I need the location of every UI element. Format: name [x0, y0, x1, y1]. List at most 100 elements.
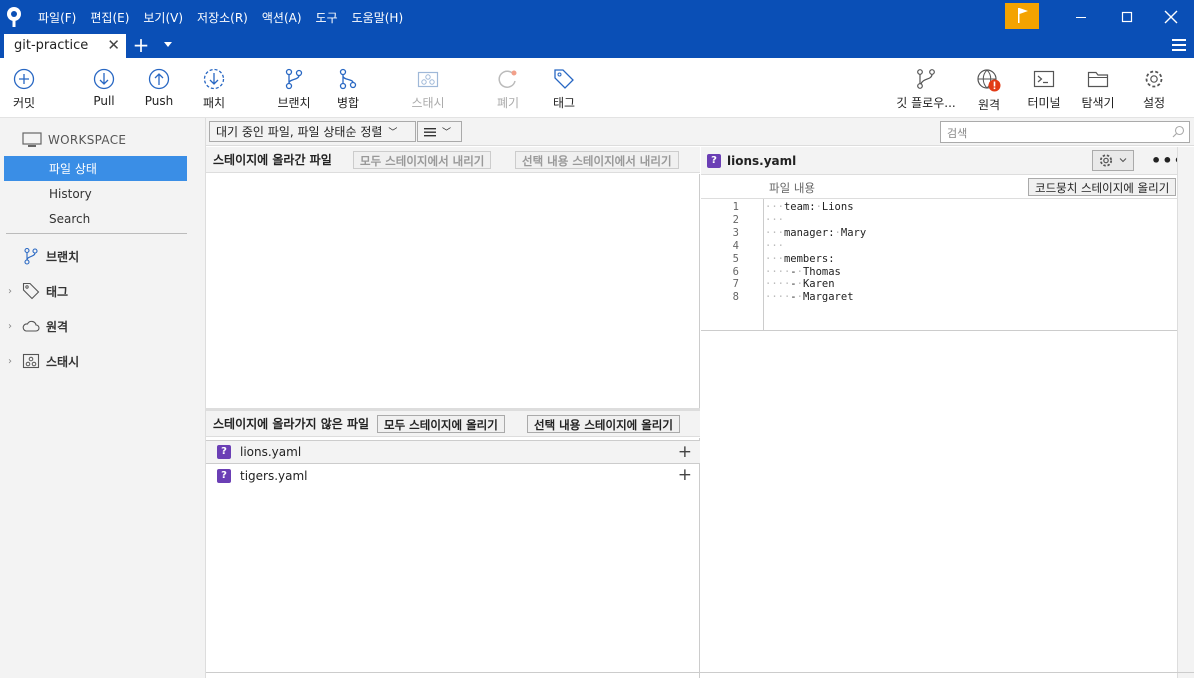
chevron-right-icon[interactable]: › [8, 286, 18, 297]
file-row-lions[interactable]: ? lions.yaml + [206, 440, 700, 464]
file-row-tigers[interactable]: ? tigers.yaml + [206, 464, 700, 488]
pull-button[interactable]: Pull [84, 58, 124, 118]
new-tab-button[interactable]: + [132, 34, 150, 58]
monitor-icon [22, 132, 42, 147]
close-window-button[interactable] [1148, 0, 1194, 34]
close-icon [1164, 10, 1178, 24]
file-filter-value: 대기 중인 파일, 파일 상태순 정렬 [216, 125, 383, 139]
unstaged-title: 스테이지에 올라가지 않은 파일 [213, 417, 370, 431]
tab-close-icon[interactable]: ✕ [107, 36, 120, 54]
stage-selected-button[interactable]: 선택 내용 스테이지에 올리기 [527, 415, 680, 433]
remote-button[interactable]: 원격 [970, 58, 1008, 118]
menu-tools[interactable]: 도구 [316, 9, 338, 26]
sidebar-group-label: 브랜치 [46, 249, 80, 264]
diff-filename: lions.yaml [727, 153, 797, 168]
flag-icon [1018, 8, 1028, 23]
discard-button[interactable]: 폐기 [488, 58, 528, 118]
flag-button[interactable] [1005, 3, 1039, 29]
gear-icon [1099, 154, 1127, 167]
gitflow-label: 깃 플로우... [896, 96, 956, 110]
sidebar-group-tags[interactable]: › 태그 [8, 280, 68, 302]
menu-view[interactable]: 보기(V) [143, 9, 183, 26]
file-name: tigers.yaml [240, 469, 308, 483]
tab-git-practice[interactable]: git-practice ✕ [4, 34, 126, 58]
sidebar-group-remotes[interactable]: › 원격 [8, 315, 68, 337]
stash-button[interactable]: 스태시 [404, 58, 452, 118]
sidebar-item-label: 파일 상태 [49, 162, 97, 176]
line-text: ····-·Thomas [765, 265, 841, 278]
untracked-icon: ? [707, 153, 721, 168]
gitflow-button[interactable]: 깃 플로우... [892, 58, 960, 118]
menu-edit[interactable]: 편집(E) [90, 9, 129, 26]
stage-hunk-button[interactable]: 코드뭉치 스테이지에 올리기 [1028, 178, 1177, 196]
line-number: 7 [732, 278, 739, 291]
stage-file-icon[interactable]: + [678, 465, 692, 485]
menu-repository[interactable]: 저장소(R) [197, 9, 248, 26]
staged-header: 스테이지에 올라간 파일 모두 스테이지에서 내리기 선택 내용 스테이지에서 … [206, 147, 700, 173]
maximize-button[interactable] [1104, 0, 1150, 34]
branch-button[interactable]: 브랜치 [270, 58, 318, 118]
minimize-button[interactable] [1058, 0, 1104, 34]
maximize-icon [1121, 11, 1133, 23]
menu-help[interactable]: 도움말(H) [352, 9, 404, 26]
line-number: 5 [732, 252, 739, 265]
sourcetree-logo [7, 7, 21, 27]
commit-button[interactable]: 커밋 [4, 58, 44, 118]
line-text: ··· [765, 213, 784, 226]
push-button[interactable]: Push [139, 58, 179, 118]
menu-actions[interactable]: 액션(A) [262, 9, 302, 26]
settings-button[interactable]: 설정 [1134, 58, 1174, 118]
file-filter-dropdown[interactable]: 대기 중인 파일, 파일 상태순 정렬 ﹀ [209, 121, 416, 142]
vertical-scrollbar[interactable] [1177, 147, 1194, 678]
sidebar-item-search[interactable]: Search [4, 206, 187, 231]
sidebar-group-branches[interactable]: 브랜치 [8, 245, 79, 267]
line-number: 4 [732, 239, 739, 252]
view-mode-dropdown[interactable]: ﹀ [417, 121, 462, 142]
stash-label: 스태시 [411, 96, 445, 110]
line-number: 1 [732, 201, 739, 213]
unstage-selected-button[interactable]: 선택 내용 스테이지에서 내리기 [515, 151, 679, 169]
remote-label: 원격 [977, 98, 1001, 112]
stage-file-icon[interactable]: + [678, 442, 692, 462]
untracked-icon: ? [217, 445, 231, 459]
sidebar-group-stashes[interactable]: › 스태시 [8, 350, 79, 372]
sidebar-item-history[interactable]: History [4, 181, 187, 206]
workspace-header: WORKSPACE [22, 130, 126, 150]
stage-all-button[interactable]: 모두 스테이지에 올리기 [377, 415, 505, 433]
diff-header: ? lions.yaml ••• [701, 147, 1184, 175]
tab-dropdown-icon[interactable] [164, 42, 172, 47]
line-text: ···team:·Lions [765, 201, 854, 213]
unstaged-file-list: ? lions.yaml + ? tigers.yaml + [206, 438, 700, 678]
unstaged-header: 스테이지에 올라가지 않은 파일 모두 스테이지에 올리기 선택 내용 스테이지… [206, 411, 700, 437]
diff-options-dropdown[interactable] [1092, 150, 1134, 171]
commit-icon [13, 68, 35, 90]
tag-icon [554, 69, 574, 89]
chevron-right-icon[interactable]: › [8, 356, 18, 367]
menu-file[interactable]: 파일(F) [38, 9, 76, 26]
settings-label: 설정 [1142, 96, 1166, 110]
line-text: ···members: [765, 252, 835, 265]
explorer-button[interactable]: 탐색기 [1076, 58, 1120, 118]
folder-icon [1087, 71, 1109, 88]
pull-label: Pull [93, 94, 115, 108]
tab-bar: git-practice ✕ + [0, 34, 1194, 58]
line-text: ··· [765, 239, 784, 252]
pull-icon [93, 68, 115, 90]
title-bar: 파일(F) 편집(E) 보기(V) 저장소(R) 액션(A) 도구 도움말(H) [0, 0, 1194, 34]
terminal-button[interactable]: 터미널 [1022, 58, 1066, 118]
toolbar: 커밋 Pull Push 패치 브랜치 병합 스태시 폐기 태그 깃 플로우..… [0, 58, 1194, 118]
tag-icon [22, 282, 40, 300]
diff-gutter-divider [763, 199, 764, 331]
chevron-right-icon[interactable]: › [8, 321, 18, 332]
sidebar-item-file-status[interactable]: 파일 상태 [4, 156, 187, 181]
hamburger-menu-icon[interactable] [1172, 39, 1186, 51]
terminal-label: 터미널 [1027, 96, 1061, 110]
tag-button[interactable]: 태그 [544, 58, 584, 118]
merge-button[interactable]: 병합 [328, 58, 368, 118]
push-icon [148, 68, 170, 90]
list-icon [424, 127, 436, 136]
unstage-all-button[interactable]: 모두 스테이지에서 내리기 [353, 151, 492, 169]
tag-label: 태그 [552, 96, 576, 110]
fetch-button[interactable]: 패치 [194, 58, 234, 118]
search-input[interactable]: 검색 [940, 121, 1190, 143]
